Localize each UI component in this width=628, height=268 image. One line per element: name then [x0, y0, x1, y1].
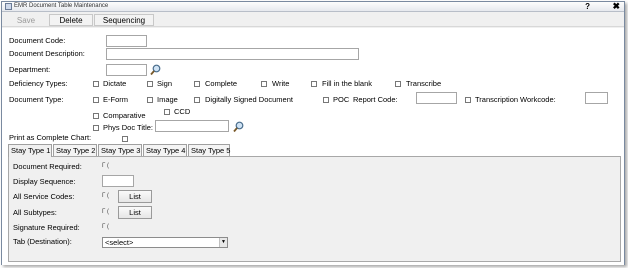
document-required-checkbox[interactable]: Γ (: [102, 163, 109, 169]
sign-checkbox[interactable]: [147, 81, 153, 87]
tab-stay-type-3[interactable]: Stay Type 3: [98, 144, 142, 156]
window-title: EMR Document Table Maintenance: [14, 3, 109, 9]
save-button[interactable]: Save: [4, 14, 48, 26]
fill-in-blank-checkbox[interactable]: [311, 81, 317, 87]
checkbox-suffix: (: [106, 224, 109, 230]
phys-doc-title-search-icon[interactable]: [233, 121, 245, 133]
dictate-checkbox[interactable]: [93, 81, 99, 87]
deficiency-types-label: Deficiency Types:: [9, 79, 68, 88]
all-service-codes-checkbox[interactable]: Γ (: [102, 193, 109, 199]
stay-type-panel: Document Required: Γ ( Display Sequence:…: [8, 156, 621, 262]
transcribe-label: Transcribe: [406, 79, 442, 88]
sequencing-button[interactable]: Sequencing: [94, 14, 154, 26]
document-type-label: Document Type:: [9, 95, 64, 104]
tab-destination-value: <select>: [105, 238, 134, 247]
transcription-checkbox[interactable]: [465, 97, 471, 103]
report-code-input[interactable]: [416, 92, 457, 104]
dictate-label: Dictate: [103, 79, 127, 88]
tab-stay-type-5[interactable]: Stay Type 5: [188, 144, 230, 156]
checkbox-glyph: Γ: [102, 163, 106, 169]
tab-destination-label: Tab (Destination):: [13, 237, 72, 246]
signature-required-checkbox[interactable]: Γ (: [102, 224, 109, 230]
tab-stay-type-2[interactable]: Stay Type 2: [53, 144, 97, 156]
all-subtypes-checkbox[interactable]: Γ (: [102, 209, 109, 215]
complete-checkbox[interactable]: [194, 81, 200, 87]
all-service-codes-label: All Service Codes:: [13, 192, 75, 201]
document-description-input[interactable]: [106, 48, 359, 60]
checkbox-suffix: (: [106, 193, 109, 199]
checkbox-glyph: Γ: [102, 224, 106, 230]
document-code-input[interactable]: [106, 35, 147, 47]
close-icon[interactable]: ✖: [612, 1, 620, 12]
phys-doc-title-label: Phys Doc Title:: [103, 123, 154, 132]
department-input[interactable]: [106, 64, 147, 76]
tab-stay-type-4[interactable]: Stay Type 4: [143, 144, 187, 156]
help-button[interactable]: ?: [585, 2, 590, 11]
print-complete-chart-checkbox[interactable]: [122, 136, 128, 142]
comparative-checkbox[interactable]: [93, 113, 99, 119]
department-search-icon[interactable]: [150, 64, 162, 76]
document-required-label: Document Required:: [13, 162, 82, 171]
chevron-down-icon[interactable]: ▼: [219, 238, 227, 247]
digitally-signed-label: Digitally Signed Document: [205, 95, 293, 104]
write-checkbox[interactable]: [261, 81, 267, 87]
display-sequence-input[interactable]: [102, 175, 134, 187]
eform-checkbox[interactable]: [93, 97, 99, 103]
comparative-label: Comparative: [103, 111, 146, 120]
toolbar: Save Delete Sequencing: [2, 13, 624, 27]
checkbox-suffix: (: [106, 163, 109, 169]
image-checkbox[interactable]: [147, 97, 153, 103]
tab-destination-select[interactable]: <select> ▼: [102, 237, 228, 248]
checkbox-glyph: Γ: [102, 193, 106, 199]
phys-doc-title-checkbox[interactable]: [93, 125, 99, 131]
transcription-label: Transcription: [475, 95, 519, 104]
fill-in-blank-label: Fill in the blank: [322, 79, 373, 88]
workcode-input[interactable]: [585, 92, 608, 104]
image-label: Image: [157, 95, 178, 104]
form-area: Document Code: Document Description: Dep…: [2, 28, 624, 265]
service-codes-list-button[interactable]: List: [118, 190, 152, 203]
eform-label: E-Form: [103, 95, 128, 104]
phys-doc-title-input[interactable]: [155, 120, 229, 132]
checkbox-glyph: Γ: [102, 209, 106, 215]
ccd-checkbox[interactable]: [164, 109, 170, 115]
document-code-label: Document Code:: [9, 36, 66, 45]
workcode-label: Workcode:: [520, 95, 556, 104]
maintenance-window: EMR Document Table Maintenance ? ✖ Save …: [1, 1, 625, 265]
subtypes-list-button[interactable]: List: [118, 206, 152, 219]
sign-label: Sign: [157, 79, 173, 88]
title-bar: EMR Document Table Maintenance ? ✖: [2, 1, 624, 12]
all-subtypes-label: All Subtypes:: [13, 208, 57, 217]
delete-button[interactable]: Delete: [49, 14, 93, 26]
document-description-label: Document Description:: [9, 49, 85, 58]
checkbox-suffix: (: [106, 209, 109, 215]
digitally-signed-checkbox[interactable]: [194, 97, 200, 103]
report-code-label: Report Code:: [353, 95, 398, 104]
write-label: Write: [272, 79, 290, 88]
ccd-label: CCD: [174, 107, 191, 116]
complete-label: Complete: [205, 79, 238, 88]
app-icon: [5, 3, 12, 10]
poc-checkbox[interactable]: [323, 97, 329, 103]
signature-required-label: Signature Required:: [13, 223, 80, 232]
department-label: Department:: [9, 65, 51, 74]
print-complete-chart-label: Print as Complete Chart:: [9, 133, 92, 142]
transcribe-checkbox[interactable]: [395, 81, 401, 87]
tab-stay-type-1[interactable]: Stay Type 1: [8, 144, 52, 157]
poc-label: POC: [333, 95, 350, 104]
display-sequence-label: Display Sequence:: [13, 177, 76, 186]
